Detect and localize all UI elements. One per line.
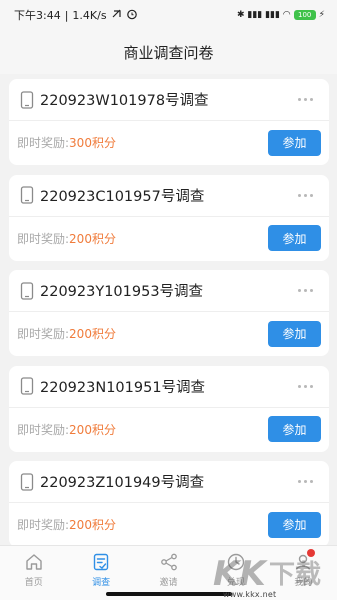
charging-icon: ⚡	[318, 10, 325, 20]
join-button[interactable]: 参加	[268, 511, 321, 538]
clock-icon	[227, 553, 245, 571]
status-network-speed: 1.4K/s	[72, 8, 107, 22]
survey-title: 220923N101951号调查	[40, 379, 206, 396]
survey-card-footer: 即时奖励: 200积分 参加	[9, 217, 329, 260]
reward-label: 即时奖励:	[17, 136, 70, 150]
more-icon[interactable]	[298, 193, 313, 197]
reward-label: 即时奖励:	[17, 327, 70, 341]
reward-value: 200积分	[69, 518, 116, 532]
more-icon[interactable]	[298, 98, 313, 101]
status-right: ✱ ▮▮▮ ▮▮▮ ◠ 100 ⚡	[237, 10, 325, 20]
reward-value: 200积分	[69, 422, 116, 437]
phone-icon	[20, 377, 34, 395]
phone-icon	[20, 90, 34, 109]
home-indicator	[106, 592, 232, 596]
notification-icon	[111, 8, 122, 22]
tab-label: 首页	[24, 578, 43, 588]
status-left: 下午3:44 | 1.4K/s	[14, 7, 138, 23]
alarm-icon	[126, 8, 138, 23]
battery-icon: 100	[293, 10, 316, 20]
page-title: 商业调查问卷	[123, 43, 214, 62]
survey-card[interactable]: 220923N101951号调查 即时奖励: 200积分 参加	[9, 365, 329, 452]
notification-dot	[307, 549, 316, 557]
status-separator: |	[64, 8, 69, 22]
survey-icon	[93, 553, 109, 571]
survey-card-header: 220923N101951号调查	[9, 366, 329, 408]
phone-icon	[20, 186, 34, 204]
home-icon	[26, 554, 42, 570]
tab-label: 我的	[294, 578, 313, 588]
app-header: 商业调查问卷	[0, 30, 337, 74]
survey-title: 220923Y101953号调查	[40, 284, 204, 300]
survey-card[interactable]: 220923Y101953号调查 即时奖励: 200积分 参加	[9, 270, 329, 356]
survey-card[interactable]: 220923Z101949号调查 即时奖励: 200积分 参加	[9, 461, 329, 547]
reward-value: 200积分	[69, 327, 116, 341]
tab-label: 邀请	[159, 578, 178, 588]
more-icon[interactable]	[298, 384, 313, 388]
phone-icon	[20, 281, 34, 300]
survey-card-footer: 即时奖励: 200积分 参加	[9, 408, 329, 451]
phone-icon	[20, 472, 34, 491]
reward-value: 300积分	[69, 136, 116, 150]
survey-card-footer: 即时奖励: 300积分 参加	[9, 121, 329, 164]
survey-title: 220923Z101949号调查	[40, 475, 205, 491]
survey-card[interactable]: 220923C101957号调查 即时奖励: 200积分 参加	[9, 174, 329, 261]
tab-home[interactable]: 首页	[0, 546, 67, 600]
survey-title: 220923C101957号调查	[40, 188, 205, 205]
join-button[interactable]: 参加	[268, 225, 321, 251]
join-button[interactable]: 参加	[268, 320, 321, 347]
survey-list: 220923W101978号调查 即时奖励: 300积分 参加 220923C1…	[9, 79, 329, 557]
survey-card-header: 220923W101978号调查	[9, 79, 329, 121]
status-time: 下午3:44	[14, 9, 61, 22]
join-button[interactable]: 参加	[268, 129, 321, 156]
join-button[interactable]: 参加	[268, 416, 321, 442]
more-icon[interactable]	[298, 480, 313, 483]
reward-label: 即时奖励:	[17, 231, 70, 246]
reward-value: 200积分	[69, 231, 116, 246]
reward-label: 即时奖励:	[17, 422, 70, 437]
status-bar: 下午3:44 | 1.4K/s ✱ ▮▮▮ ▮▮▮ ◠ 100 ⚡	[0, 0, 337, 30]
tab-profile[interactable]: 我的	[270, 546, 337, 600]
more-icon[interactable]	[298, 289, 313, 292]
tab-label: 兑现	[226, 578, 245, 588]
signal-indicators: ✱ ▮▮▮ ▮▮▮ ◠	[236, 10, 291, 20]
survey-title: 220923W101978号调查	[40, 93, 209, 109]
survey-card-footer: 即时奖励: 200积分 参加	[9, 312, 329, 355]
reward-label: 即时奖励:	[17, 518, 70, 532]
survey-card[interactable]: 220923W101978号调查 即时奖励: 300积分 参加	[9, 79, 329, 165]
share-icon	[160, 553, 177, 571]
survey-card-header: 220923Y101953号调查	[9, 270, 329, 312]
tab-label: 调查	[92, 578, 111, 588]
survey-card-footer: 即时奖励: 200积分 参加	[9, 503, 329, 546]
survey-card-header: 220923C101957号调查	[9, 175, 329, 217]
survey-card-header: 220923Z101949号调查	[9, 461, 329, 503]
